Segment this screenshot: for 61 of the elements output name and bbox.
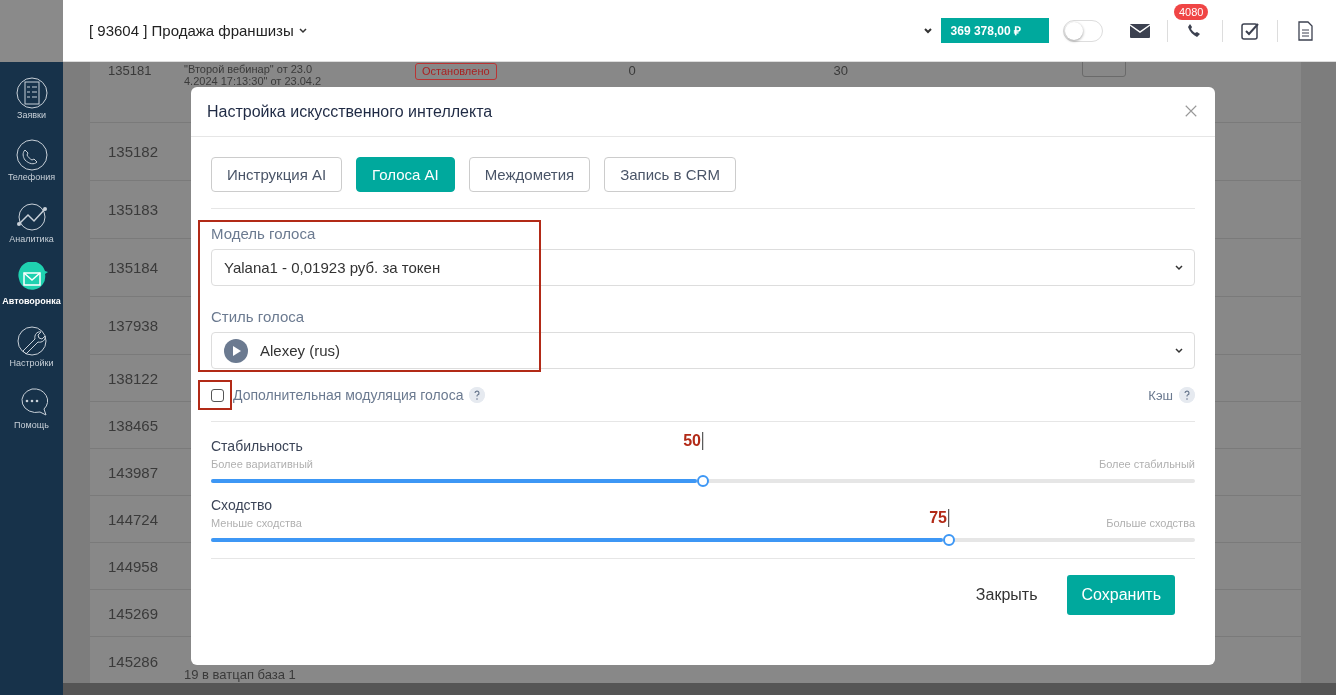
table-cell-text: 144724 xyxy=(108,510,160,528)
slider-label: Стабильность xyxy=(211,438,303,454)
table-cell-text: 0 xyxy=(628,63,637,78)
close-button[interactable]: Закрыть xyxy=(969,585,1044,605)
status-tag: Остановлено xyxy=(415,63,497,80)
table-cell-text: 135181 xyxy=(108,63,153,78)
table-cell-text: 4.2024 17:13:30" от 23.04.2 xyxy=(184,75,323,87)
caret-icon[interactable] xyxy=(297,25,308,36)
notification-badge: 4080 xyxy=(1174,3,1209,20)
table-cell-text: "Второй вебинар" от 23.0 xyxy=(184,63,314,75)
cache-label: Кэш xyxy=(1148,387,1173,403)
table-cell-text: 30 xyxy=(833,63,850,78)
table-cell-text: 135183 xyxy=(108,201,160,218)
caret-icon xyxy=(1174,345,1184,356)
slider-thumb[interactable] xyxy=(943,534,955,546)
slider-label: Сходство xyxy=(211,497,273,513)
select-field[interactable]: Alexey (rus) xyxy=(211,332,1195,369)
table-cell-text: 138122 xyxy=(108,369,160,387)
project-title[interactable]: [ 93604 ] Продажа франшизы xyxy=(89,22,294,39)
field-label: Модель голоса xyxy=(211,225,317,242)
slider-value[interactable]: 50 xyxy=(683,432,703,450)
close-icon xyxy=(1184,103,1198,118)
dialog-title: Настройка искусственного интеллекта xyxy=(207,102,493,121)
table-cell-text: 143987 xyxy=(108,463,160,481)
select-field[interactable]: Yalana1 - 0,01923 руб. за токен xyxy=(211,249,1195,286)
play-icon[interactable] xyxy=(224,338,248,363)
table-cell-text: 137938 xyxy=(108,317,160,334)
wrench-icon xyxy=(14,324,49,358)
range-max-label: Более стабильный xyxy=(1098,458,1195,470)
range-min-label: Более вариативный xyxy=(211,458,313,470)
table-cell-text: 135182 xyxy=(108,143,160,160)
sidebar-item[interactable]: Помощь xyxy=(0,372,63,434)
sidebar-item[interactable]: Аналитика xyxy=(0,186,63,248)
tab[interactable]: Междометия xyxy=(468,157,591,192)
table-cell-text: 145269 xyxy=(108,604,160,622)
sidebar-item[interactable]: Телефония xyxy=(0,124,63,186)
tab[interactable]: Запись в CRM xyxy=(604,157,736,192)
sidebar-item[interactable]: Автоворонка xyxy=(0,248,63,310)
range-min-label: Меньше сходства xyxy=(211,517,302,529)
table-cell-text: 138465 xyxy=(108,416,160,434)
caret-icon[interactable] xyxy=(922,25,933,36)
table-cell-text: 135184 xyxy=(108,259,160,276)
field-label: Стиль голоса xyxy=(211,308,306,325)
list-icon xyxy=(14,76,49,110)
table-cell-text: 145286 xyxy=(108,653,160,670)
table-cell-text: 19 в ватцап база 1 xyxy=(184,667,297,682)
range-max-label: Больше сходства xyxy=(1106,517,1195,529)
sidebar-item[interactable]: Настройки xyxy=(0,310,63,372)
toggle-switch[interactable] xyxy=(1063,19,1103,42)
phone-icon xyxy=(14,138,49,172)
balance-badge: 369 378,00 ₽ xyxy=(940,18,1049,43)
sidebar-item[interactable]: Заявки xyxy=(0,62,63,124)
chart-icon xyxy=(14,200,49,234)
tab[interactable]: Инструкция AI xyxy=(211,157,343,192)
table-cell-text: 144958 xyxy=(108,557,160,575)
avatar-photo-placeholder xyxy=(0,0,63,62)
slider-thumb[interactable] xyxy=(697,475,709,487)
checkbox-label: Дополнительная модуляция голоса xyxy=(233,387,464,403)
checkbox[interactable] xyxy=(211,388,224,402)
caret-icon xyxy=(1174,262,1184,273)
slider-value[interactable]: 75 xyxy=(929,509,949,527)
